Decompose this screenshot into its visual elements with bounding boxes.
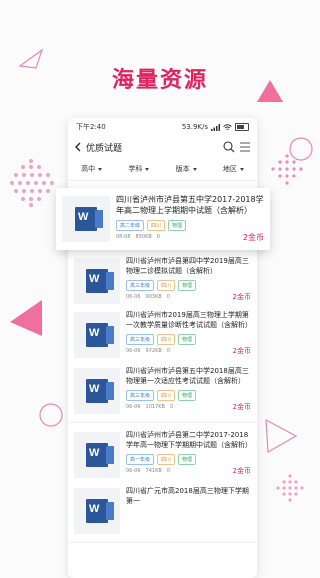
- item-date: 06-06: [126, 404, 141, 410]
- featured-date: 08-08: [116, 234, 131, 240]
- word-doc-icon: W: [86, 443, 114, 467]
- tag-region: 四川: [147, 220, 166, 231]
- page-title: 优质试题: [86, 143, 123, 154]
- tag-region: 四川: [157, 390, 176, 401]
- signal-icon: [211, 123, 220, 131]
- status-time: 下午2:40: [76, 123, 106, 131]
- word-doc-icon: W: [86, 499, 114, 523]
- status-bar: 下午2:40 53.9K/s: [68, 118, 257, 136]
- decoration-dots-left: [10, 159, 54, 207]
- tag-grade: 高一年级: [126, 454, 155, 465]
- item-title: 四川省泸州市泸县第四中学2019届高三物理二诊模拟试题（含解析）: [126, 257, 249, 275]
- featured-price: 2金币: [242, 233, 264, 242]
- item-price: 2金币: [232, 467, 251, 475]
- tag-subject: 物理: [178, 280, 197, 291]
- filter-grade[interactable]: 高中: [81, 164, 103, 174]
- chevron-down-icon: [98, 167, 103, 171]
- decoration-triangle-right-mid: [265, 418, 298, 453]
- list-item[interactable]: W 四川省泸州市泸县第五中学2018届高三物理第一次适应性考试试题（含解析） 高…: [68, 360, 257, 423]
- featured-item[interactable]: W 四川省泸州市泸县第五中学2017-2018学年高二物理上学期期中试题（含解析…: [56, 188, 270, 250]
- item-size: 1017KB: [145, 404, 165, 410]
- search-icon[interactable]: [223, 141, 235, 153]
- tag-subject: 物理: [178, 390, 197, 401]
- word-doc-icon: W: [86, 323, 114, 347]
- chevron-down-icon: [192, 167, 197, 171]
- list-item[interactable]: W 四川省泸州市2019届高三物理上学期第一次教学质量诊断性考试试题（含解析） …: [68, 304, 257, 367]
- item-size: 741KB: [145, 468, 162, 474]
- menu-icon[interactable]: [239, 141, 251, 153]
- tag-grade: 高三年级: [126, 280, 155, 291]
- decoration-dots-bottom-right: [276, 474, 304, 502]
- filter-subject[interactable]: 学科: [128, 164, 150, 174]
- filter-edition[interactable]: 版本: [176, 164, 197, 174]
- list-item[interactable]: W 四川省泸州市泸县第二中学2017-2018学年高一物理下学期期中试题（含解析…: [68, 424, 257, 487]
- filter-bar: 高中 学科 版本 地区: [68, 158, 257, 181]
- phone-screen: 下午2:40 53.9K/s 优质试题 高中 学科 版本 地区 W 四川省泸州市…: [68, 118, 257, 578]
- battery-icon: [235, 123, 249, 131]
- tag-region: 四川: [157, 280, 176, 291]
- featured-downloads: 0: [156, 234, 160, 240]
- tag-subject: 物理: [178, 454, 197, 465]
- item-date: 06-06: [126, 294, 141, 300]
- filter-region[interactable]: 地区: [223, 164, 244, 174]
- chevron-down-icon: [145, 167, 150, 171]
- network-speed: 53.9K/s: [181, 123, 208, 131]
- tag-subject: 物理: [178, 334, 197, 345]
- tag-region: 四川: [157, 454, 176, 465]
- word-doc-icon: W: [75, 207, 103, 231]
- item-title: 四川省泸州市泸县第二中学2017-2018学年高一物理下学期期中试题（含解析）: [126, 431, 252, 449]
- headline: 海量资源: [111, 68, 208, 93]
- item-price: 2金币: [232, 403, 251, 411]
- back-icon[interactable]: [74, 142, 82, 152]
- decoration-circle-left: [39, 403, 63, 427]
- featured-title: 四川省泸州市泸县第五中学2017-2018学年高二物理上学期期中试题（含解析）: [116, 195, 264, 215]
- item-downloads: 0: [166, 468, 170, 474]
- item-title: 四川省泸州市2019届高三物理上学期第一次教学质量诊断性考试试题（含解析）: [126, 311, 252, 329]
- item-title: 四川省泸州市泸县第五中学2018届高三物理第一次适应性考试试题（含解析）: [126, 367, 249, 385]
- item-date: 06-06: [126, 468, 141, 474]
- wifi-icon: [223, 123, 232, 130]
- tag-grade: 高二年级: [116, 220, 145, 231]
- item-price: 2金币: [232, 293, 251, 301]
- tag-grade: 高三年级: [126, 334, 155, 345]
- item-price: 2金币: [232, 347, 251, 355]
- tag-grade: 高三年级: [126, 390, 155, 401]
- list-item[interactable]: W 四川省广元市高2018届高三物理下学期第一: [68, 480, 257, 543]
- tag-subject: 物理: [168, 220, 187, 231]
- word-doc-icon: W: [86, 379, 114, 403]
- item-downloads: 0: [166, 348, 170, 354]
- item-title: 四川省广元市高2018届高三物理下学期第一: [126, 487, 249, 505]
- item-downloads: 0: [166, 294, 170, 300]
- nav-bar: 优质试题: [68, 136, 257, 158]
- item-size: 903KB: [145, 294, 162, 300]
- decoration-triangle-left-mid: [10, 300, 42, 336]
- tag-region: 四川: [157, 334, 176, 345]
- featured-size: 850KB: [135, 234, 152, 240]
- chevron-down-icon: [239, 167, 244, 171]
- item-size: 972KB: [145, 348, 162, 354]
- word-doc-icon: W: [86, 269, 114, 293]
- item-downloads: 0: [169, 404, 174, 410]
- item-date: 06-06: [126, 348, 141, 354]
